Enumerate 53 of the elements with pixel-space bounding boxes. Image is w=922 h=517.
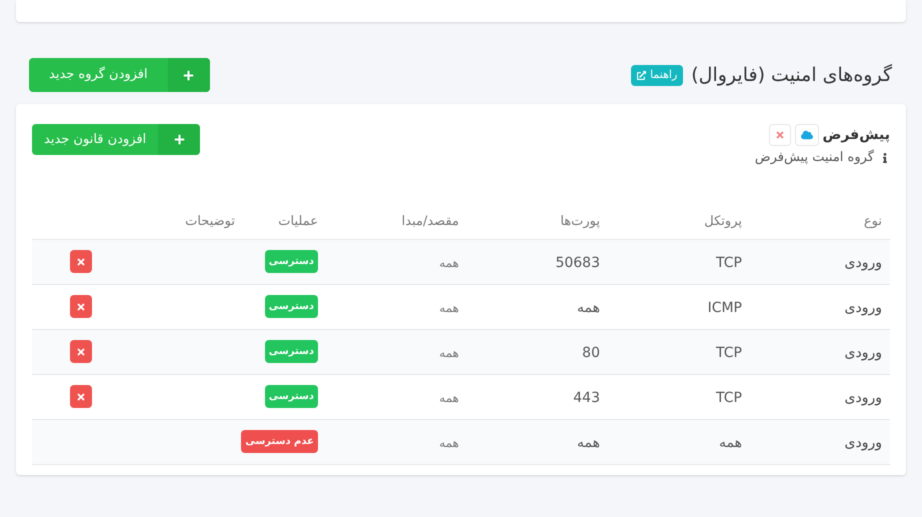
plus-icon bbox=[168, 58, 210, 92]
external-link-icon bbox=[637, 70, 646, 80]
close-icon bbox=[76, 392, 86, 402]
table-cell: 50683 bbox=[555, 254, 600, 270]
table-cell: ورودی bbox=[844, 344, 882, 360]
column-header: پورت‌ها bbox=[560, 214, 600, 229]
table-cell: همه bbox=[439, 256, 459, 270]
table-cell: TCP bbox=[716, 254, 742, 270]
info-icon bbox=[880, 152, 890, 163]
table-cell: همه bbox=[439, 300, 459, 314]
delete-group-button[interactable] bbox=[768, 124, 791, 146]
table-cell: همه bbox=[577, 434, 600, 450]
table-cell: همه bbox=[439, 436, 459, 450]
delete-rule-button[interactable] bbox=[70, 250, 92, 273]
close-icon bbox=[76, 302, 86, 312]
table-cell: همه bbox=[719, 434, 742, 450]
action-badge: عدم دسترسی bbox=[241, 430, 318, 453]
table-cell: همه bbox=[439, 346, 459, 360]
add-group-button[interactable]: افزودن گروه جدید bbox=[29, 58, 210, 92]
delete-rule-button[interactable] bbox=[70, 385, 92, 408]
close-icon bbox=[76, 256, 86, 266]
delete-rule-button[interactable] bbox=[70, 340, 92, 363]
table-cell: ورودی bbox=[844, 254, 882, 270]
table-cell: TCP bbox=[716, 344, 742, 360]
group-name: پیش‌فرض bbox=[822, 126, 890, 144]
table-cell: همه bbox=[577, 300, 600, 316]
column-header: نوع bbox=[864, 214, 882, 229]
column-header: پروتکل bbox=[704, 214, 742, 229]
group-description: گروه امنیت پیش‌فرض bbox=[754, 148, 874, 167]
table-cell: ورودی bbox=[844, 390, 882, 406]
table-cell: همه bbox=[439, 390, 459, 404]
help-link[interactable]: راهنما bbox=[631, 64, 684, 86]
page-title: گروه‌های امنیت (فایروال) bbox=[691, 62, 892, 88]
table-cell: ورودی bbox=[844, 300, 882, 316]
table-cell: ICMP bbox=[708, 300, 742, 316]
table-cell: 443 bbox=[573, 390, 600, 406]
table-cell: 80 bbox=[582, 344, 600, 360]
delete-rule-button[interactable] bbox=[70, 295, 92, 318]
close-icon bbox=[76, 346, 86, 356]
action-badge: دسترسی bbox=[264, 250, 318, 273]
column-header: مقصد/مبدا bbox=[402, 214, 459, 229]
close-icon bbox=[774, 130, 785, 140]
cloud-button[interactable] bbox=[794, 124, 819, 146]
cloud-icon bbox=[800, 129, 813, 141]
table-cell: TCP bbox=[716, 390, 742, 406]
add-rule-button[interactable]: افزودن قانون جدید bbox=[32, 124, 200, 155]
column-header: توضیحات bbox=[185, 214, 235, 229]
action-badge: دسترسی bbox=[264, 385, 318, 408]
column-header: عملیات bbox=[278, 214, 318, 229]
table-cell: ورودی bbox=[844, 434, 882, 450]
action-badge: دسترسی bbox=[264, 295, 318, 318]
action-badge: دسترسی bbox=[264, 340, 318, 363]
plus-icon bbox=[158, 124, 200, 155]
